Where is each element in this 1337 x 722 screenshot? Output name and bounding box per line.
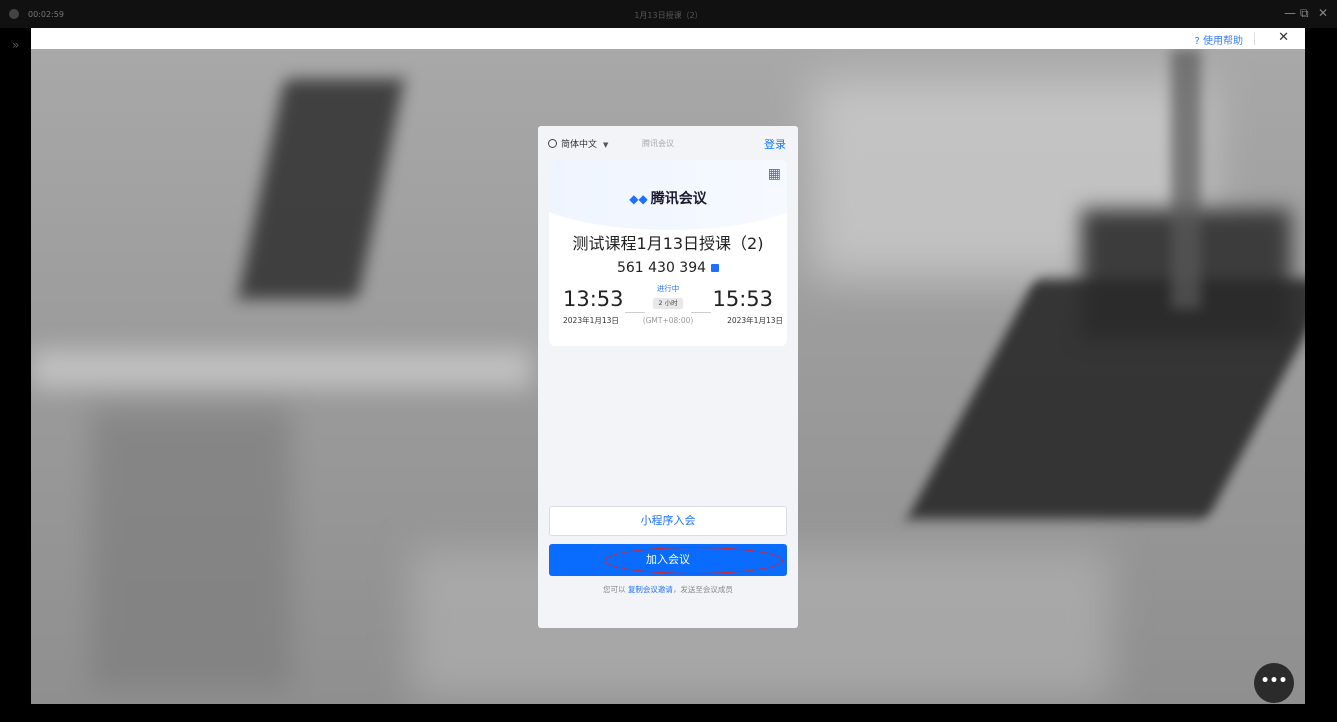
divider bbox=[625, 312, 645, 313]
meeting-info-panel: ▦ ◆◆ 腾讯会议 测试课程1月13日授课（2) 561 430 394 进行中 … bbox=[549, 160, 787, 346]
close-icon[interactable]: ✕ bbox=[1278, 30, 1289, 45]
start-time: 13:53 bbox=[563, 287, 624, 311]
login-link[interactable]: 登录 bbox=[764, 136, 786, 152]
meeting-id-value: 561 430 394 bbox=[616, 260, 707, 276]
help-bar: ? 使用帮助 ✕ bbox=[31, 28, 1305, 49]
meeting-title: 测试课程1月13日授课（2) bbox=[572, 234, 764, 253]
hint-prefix: 您可以 bbox=[603, 585, 628, 594]
invite-hint: 您可以 复制会议邀请，发送至会议成员 bbox=[538, 584, 798, 595]
window-title: 1月13日授课（2） bbox=[634, 11, 703, 20]
copy-invite-link[interactable]: 复制会议邀请 bbox=[628, 585, 673, 594]
more-options-button[interactable]: ••• bbox=[1254, 663, 1294, 703]
qr-code-icon[interactable]: ▦ bbox=[768, 166, 781, 182]
language-label: 简体中文 bbox=[561, 140, 598, 150]
end-time: 15:53 bbox=[712, 287, 773, 311]
brand-logo: ◆◆ 腾讯会议 bbox=[549, 188, 787, 208]
brand-label: 腾讯会议 bbox=[650, 191, 707, 207]
end-date: 2023年1月13日 bbox=[727, 316, 783, 325]
outer-titlebar: 00:02:59 1月13日授课（2） — ⧉ ✕ bbox=[0, 0, 1337, 28]
copy-icon[interactable] bbox=[711, 264, 720, 272]
hint-suffix: ，发送至会议成员 bbox=[672, 585, 733, 594]
divider bbox=[691, 312, 711, 313]
mini-program-join-button[interactable]: 小程序入会 bbox=[549, 506, 787, 536]
duration-badge: 2 小时 bbox=[653, 298, 683, 309]
help-link[interactable]: ? 使用帮助 bbox=[1195, 32, 1244, 47]
globe-icon bbox=[548, 139, 557, 148]
window-close-button[interactable]: ✕ bbox=[1318, 6, 1328, 20]
watermark-logo: 腾讯会议 bbox=[642, 139, 674, 148]
restore-button[interactable]: ⧉ bbox=[1300, 6, 1309, 21]
meeting-id: 561 430 394 bbox=[549, 260, 787, 276]
expand-chevron-icon[interactable]: » bbox=[12, 38, 19, 52]
annotation-circle bbox=[605, 547, 783, 574]
tencent-meeting-logo-icon: ◆◆ bbox=[629, 192, 648, 206]
caret-down-icon: ▼ bbox=[603, 141, 609, 149]
language-selector[interactable]: 简体中文 ▼ bbox=[548, 137, 608, 150]
divider bbox=[1254, 32, 1255, 45]
join-meeting-card: 简体中文 ▼ 腾讯会议 登录 ▦ ◆◆ 腾讯会议 测试课程1月13日授课（2) 56… bbox=[538, 126, 798, 628]
join-meeting-label: 加入会议 bbox=[646, 553, 690, 566]
minimize-button[interactable]: — bbox=[1284, 6, 1296, 20]
join-meeting-button[interactable]: 加入会议 bbox=[549, 544, 787, 576]
